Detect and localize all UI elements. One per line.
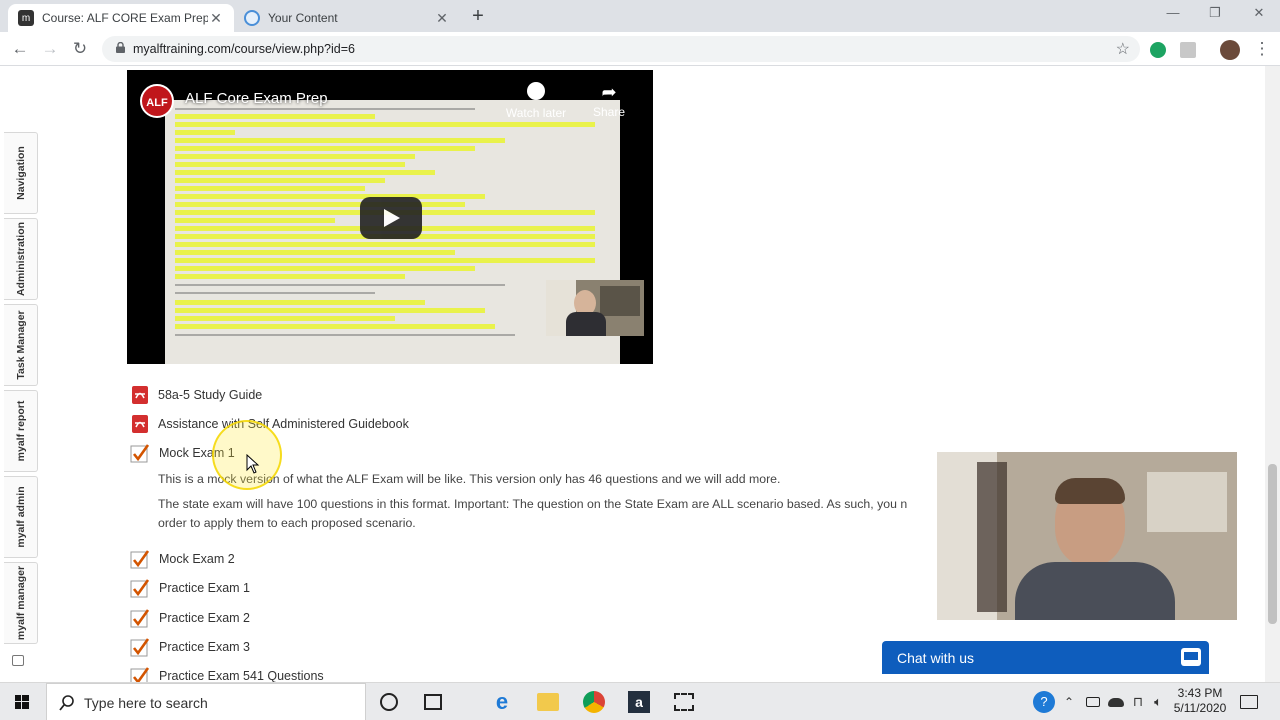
sidebar-tab-administration[interactable]: Administration [4, 218, 38, 300]
url-text: myalftraining.com/course/view.php?id=6 [133, 42, 355, 56]
play-button[interactable] [360, 197, 422, 239]
activity-link[interactable]: Practice Exam 3 [159, 640, 250, 654]
video-player[interactable]: ALF ALF Core Exam Prep Watch later ➦ Sha… [127, 70, 653, 364]
grammarly-icon[interactable] [1150, 42, 1166, 58]
browser-tab-strip: m Course: ALF CORE Exam Prep ✕ Your Cont… [0, 0, 1280, 32]
clock-date: 5/11/2020 [1173, 701, 1227, 715]
bookmark-star-icon[interactable]: ☆ [1116, 39, 1130, 59]
chat-bubble-icon[interactable] [1181, 648, 1201, 666]
alf-logo: ALF [140, 84, 174, 118]
close-icon[interactable]: ✕ [434, 10, 450, 27]
search-placeholder: Type here to search [84, 695, 208, 711]
minimize-button[interactable]: — [1158, 5, 1188, 20]
list-item[interactable]: Practice Exam 3 [130, 636, 250, 658]
taskbar-clock[interactable]: 3:43 PM 5/11/2020 [1170, 686, 1230, 716]
close-icon[interactable]: ✕ [208, 10, 224, 27]
volume-icon[interactable]: 🔈︎ [1150, 691, 1166, 713]
tab-title: Course: ALF CORE Exam Prep [42, 11, 208, 25]
windows-taskbar: Type here to search e a ? ⌃ ⊓ 🔈︎ 3:43 PM… [0, 682, 1280, 720]
share-arrow-icon: ➦ [601, 82, 617, 102]
page-scrollbar[interactable] [1265, 66, 1280, 682]
quiz-check-icon [130, 578, 150, 597]
back-arrow-icon[interactable]: ← [8, 38, 32, 60]
snipping-tool-icon[interactable] [674, 693, 694, 711]
watch-later-button[interactable]: Watch later [501, 82, 571, 120]
battery-icon[interactable] [1086, 697, 1100, 707]
lock-icon [116, 42, 125, 53]
taskbar-search[interactable]: Type here to search [46, 683, 366, 720]
address-bar[interactable]: myalftraining.com/course/view.php?id=6 ☆ [102, 36, 1140, 62]
quiz-check-icon [130, 443, 150, 462]
activity-link[interactable]: Assistance with Self Administered Guideb… [158, 417, 409, 431]
quiz-check-icon [130, 637, 150, 656]
extension-icon[interactable] [1180, 42, 1196, 58]
close-window-button[interactable]: ✕ [1244, 5, 1274, 21]
activity-link[interactable]: Practice Exam 2 [159, 611, 250, 625]
pdf-icon [132, 415, 148, 433]
chrome-icon[interactable] [583, 691, 605, 713]
amazon-icon[interactable]: a [628, 691, 650, 713]
list-item[interactable]: Practice Exam 1 [130, 577, 250, 599]
scrollbar-thumb[interactable] [1268, 464, 1277, 624]
sidebar-tab-task-manager[interactable]: Task Manager [4, 304, 38, 386]
notifications-icon[interactable] [1240, 695, 1258, 709]
mock-exam-description: The state exam will have 100 questions i… [158, 497, 908, 511]
chat-widget[interactable]: Chat with us [882, 641, 1209, 674]
browser-toolbar: ← → ↻ myalftraining.com/course/view.php?… [0, 32, 1280, 66]
mock-exam-description: order to apply them to each proposed sce… [158, 516, 416, 530]
sidebar-tab-myalf-admin[interactable]: myalf admin [4, 476, 38, 558]
quiz-check-icon [130, 549, 150, 568]
sidebar-tab-myalf-manager[interactable]: myalf manager [4, 562, 38, 644]
globe-icon [244, 10, 260, 26]
windows-start-icon[interactable] [0, 683, 44, 720]
tab-course[interactable]: m Course: ALF CORE Exam Prep ✕ [8, 4, 234, 32]
dock-icon[interactable] [12, 655, 24, 666]
clock-icon [527, 82, 545, 100]
list-item[interactable]: Practice Exam 2 [130, 607, 250, 629]
sidebar-tab-myalf-report[interactable]: myalf report [4, 390, 38, 472]
moodle-icon: m [18, 10, 34, 26]
quiz-check-icon [130, 608, 150, 627]
onedrive-icon[interactable] [1108, 698, 1124, 707]
activity-link[interactable]: Mock Exam 2 [159, 552, 235, 566]
pdf-icon [132, 386, 148, 404]
cortana-icon[interactable] [380, 693, 398, 711]
forward-arrow-icon[interactable]: → [38, 38, 62, 60]
reload-icon[interactable]: ↻ [68, 38, 92, 60]
sidebar-tab-navigation[interactable]: Navigation [4, 132, 38, 214]
new-tab-button[interactable]: + [468, 5, 488, 28]
activity-link[interactable]: Practice Exam 541 Questions [159, 669, 324, 683]
task-view-icon[interactable] [424, 694, 442, 710]
tab-title: Your Content [268, 11, 338, 25]
list-item[interactable]: 58a-5 Study Guide [130, 384, 262, 406]
activity-link[interactable]: 58a-5 Study Guide [158, 388, 262, 402]
presenter-thumbnail [546, 280, 644, 336]
mouse-pointer-icon [246, 454, 260, 474]
search-icon [59, 695, 74, 711]
activity-link[interactable]: Practice Exam 1 [159, 581, 250, 595]
edge-icon[interactable]: e [491, 691, 513, 713]
clock-time: 3:43 PM [1177, 686, 1223, 700]
share-button[interactable]: ➦ Share [589, 82, 629, 119]
help-icon[interactable]: ? [1033, 691, 1055, 713]
maximize-button[interactable]: ❐ [1200, 5, 1230, 21]
play-icon [384, 209, 400, 227]
webcam-overlay [936, 451, 1238, 621]
network-icon[interactable]: ⊓ [1130, 691, 1146, 713]
chevron-up-icon[interactable]: ⌃ [1062, 691, 1076, 713]
chat-label: Chat with us [897, 650, 975, 666]
menu-dots-icon[interactable]: ⋮ [1250, 38, 1274, 60]
video-title[interactable]: ALF Core Exam Prep [185, 90, 328, 107]
list-item[interactable]: Mock Exam 2 [130, 548, 235, 570]
avatar[interactable] [1220, 40, 1240, 60]
file-explorer-icon[interactable] [537, 693, 559, 711]
tab-your-content[interactable]: Your Content ✕ [234, 4, 460, 32]
